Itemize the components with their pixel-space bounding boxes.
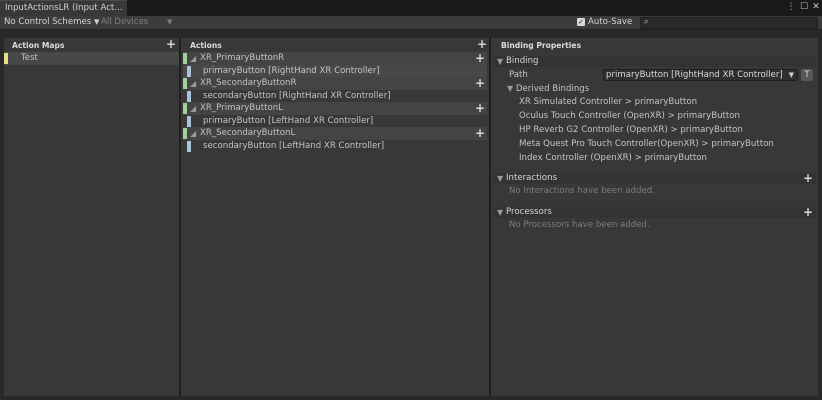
- more-options-icon[interactable]: ⋮: [786, 2, 796, 13]
- action-maps-header: Action Maps: [12, 41, 65, 50]
- control-scheme-dropdown[interactable]: No Control Schemes ▼: [4, 16, 99, 30]
- action-map-item[interactable]: Test: [4, 52, 179, 65]
- action-map-color-bar: [4, 53, 8, 64]
- action-label: XR_PrimaryButtonL: [200, 103, 283, 113]
- add-action-map-button[interactable]: +: [166, 38, 176, 50]
- binding-color-bar: [187, 91, 191, 102]
- binding-section-header[interactable]: ▼ Binding: [494, 56, 816, 67]
- expand-triangle-icon[interactable]: ◢: [190, 102, 196, 115]
- derived-binding-item: XR Simulated Controller > primaryButton: [519, 97, 698, 107]
- action-color-bar: [183, 53, 187, 64]
- derived-binding-item: Oculus Touch Controller (OpenXR) > prima…: [519, 111, 740, 121]
- expand-triangle-icon[interactable]: ◢: [190, 127, 196, 140]
- chevron-down-icon: ▼: [94, 18, 100, 26]
- processors-empty-text: No Processors have been added.: [509, 220, 650, 230]
- action-row[interactable]: ◢ XR_PrimaryButtonL +: [183, 102, 487, 115]
- action-label: XR_SecondaryButtonL: [200, 128, 296, 138]
- action-label: XR_PrimaryButtonR: [200, 53, 285, 63]
- collapse-triangle-icon: ▼: [497, 174, 504, 183]
- interactions-section-label: Interactions: [506, 173, 558, 183]
- action-row[interactable]: ◢ XR_PrimaryButtonR +: [183, 52, 487, 65]
- actions-header: Actions: [190, 41, 222, 50]
- search-input[interactable]: ⌕: [640, 17, 818, 29]
- auto-save-label: Auto-Save: [588, 17, 633, 27]
- binding-row[interactable]: secondaryButton [LeftHand XR Controller]: [183, 140, 487, 153]
- window-tab[interactable]: InputActionsLR (Input Act...: [0, 0, 127, 16]
- derived-bindings-label: Derived Bindings: [515, 84, 590, 94]
- auto-save-checkbox[interactable]: ✓: [577, 18, 585, 26]
- processors-section-label: Processors: [506, 207, 552, 217]
- binding-color-bar: [187, 116, 191, 127]
- text-mode-button[interactable]: T: [801, 69, 813, 81]
- path-label: Path: [509, 70, 528, 80]
- close-icon[interactable]: ✕: [811, 2, 821, 13]
- chevron-down-icon: ▼: [788, 71, 794, 79]
- path-dropdown[interactable]: primaryButton [RightHand XR Controller] …: [603, 69, 798, 81]
- action-color-bar: [183, 128, 187, 139]
- maximize-icon[interactable]: ☐: [799, 2, 809, 13]
- binding-section-label: Binding: [506, 56, 539, 66]
- path-value: primaryButton [RightHand XR Controller]: [606, 70, 783, 80]
- expand-triangle-icon[interactable]: ◢: [190, 52, 196, 65]
- control-scheme-label: No Control Schemes: [4, 17, 92, 27]
- action-map-label: Test: [21, 53, 38, 63]
- expand-triangle-icon[interactable]: ◢: [190, 77, 196, 90]
- derived-binding-item: HP Reverb G2 Controller (OpenXR) > prima…: [519, 125, 743, 135]
- binding-color-bar: [187, 141, 191, 152]
- add-interaction-button[interactable]: +: [803, 172, 813, 184]
- interactions-section-header[interactable]: ▼ Interactions +: [494, 172, 816, 184]
- devices-chevron-down-icon[interactable]: ▼: [167, 16, 172, 30]
- action-maps-pane: [4, 38, 179, 396]
- add-binding-icon[interactable]: +: [475, 52, 485, 64]
- binding-properties-header: Binding Properties: [501, 41, 582, 50]
- collapse-triangle-icon: ▼: [497, 208, 504, 217]
- derived-binding-item: Index Controller (OpenXR) > primaryButto…: [519, 153, 707, 163]
- collapse-triangle-icon: ▼: [497, 57, 504, 66]
- derived-bindings-header[interactable]: ▼ Derived Bindings: [507, 82, 589, 95]
- add-binding-icon[interactable]: +: [475, 77, 485, 89]
- collapse-triangle-icon: ▼: [507, 84, 514, 93]
- derived-binding-item: Meta Quest Pro Touch Controller(OpenXR) …: [519, 139, 774, 149]
- add-action-button[interactable]: +: [477, 38, 487, 50]
- interactions-empty-text: No Interactions have been added.: [509, 186, 655, 196]
- add-processor-button[interactable]: +: [803, 206, 813, 218]
- binding-color-bar: [187, 66, 191, 77]
- action-color-bar: [183, 103, 187, 114]
- processors-section-header[interactable]: ▼ Processors +: [494, 206, 816, 218]
- add-binding-icon[interactable]: +: [475, 127, 485, 139]
- devices-label: All Devices: [101, 17, 149, 27]
- action-color-bar: [183, 78, 187, 89]
- action-row[interactable]: ◢ XR_SecondaryButtonL +: [183, 127, 487, 140]
- action-label: XR_SecondaryButtonR: [200, 78, 297, 88]
- action-row[interactable]: ◢ XR_SecondaryButtonR +: [183, 77, 487, 90]
- binding-label: secondaryButton [LeftHand XR Controller]: [203, 141, 385, 151]
- search-icon: ⌕: [644, 17, 649, 26]
- devices-dropdown[interactable]: All Devices: [101, 16, 148, 30]
- add-binding-icon[interactable]: +: [475, 102, 485, 114]
